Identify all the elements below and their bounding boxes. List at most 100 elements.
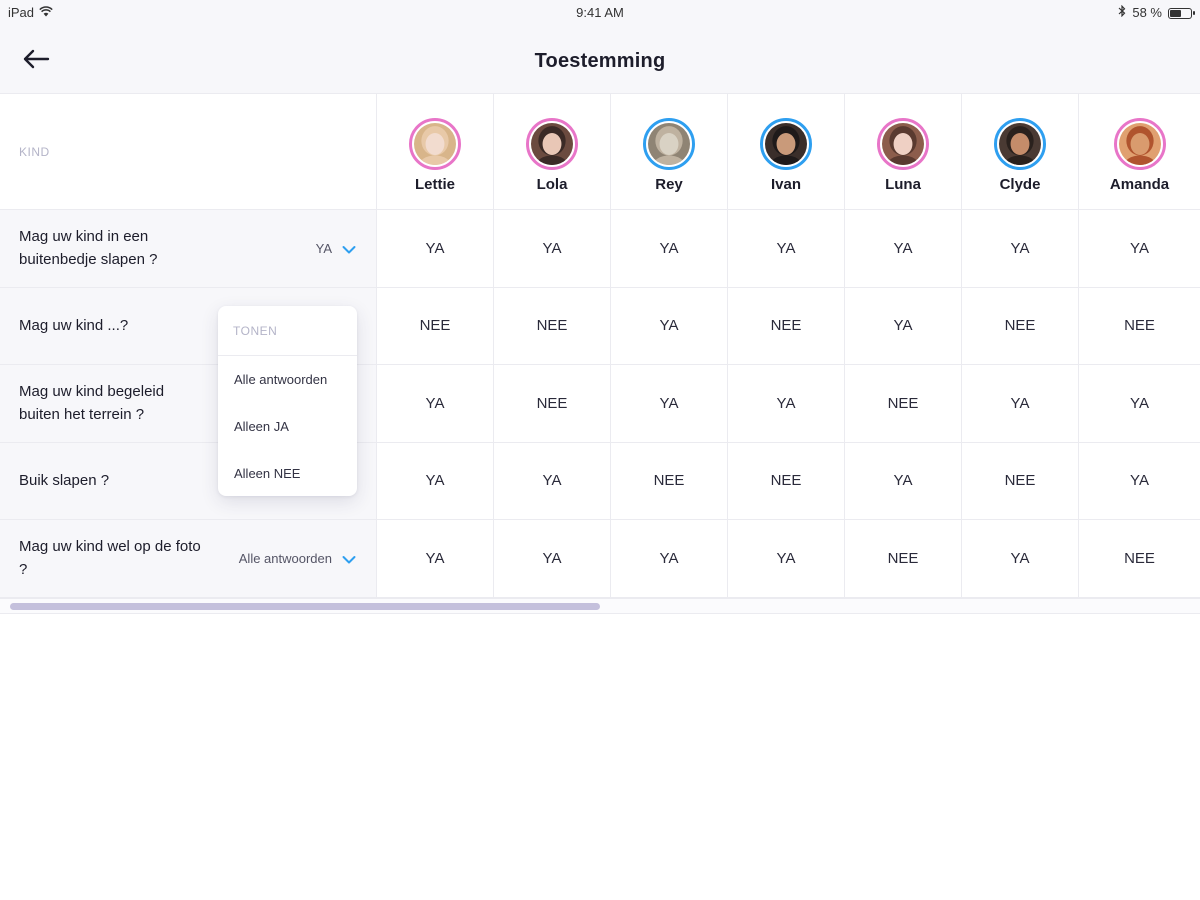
answer-cell: YA	[845, 210, 962, 287]
avatar	[877, 118, 929, 170]
answer-cell: YA	[377, 210, 494, 287]
question-text: Mag uw kind ...?	[19, 317, 129, 335]
answer-filter-value: Alle antwoorden	[238, 550, 332, 566]
question-text: Mag uw kind wel op de foto ?	[19, 538, 201, 579]
answer-filter-select[interactable]: YA	[316, 210, 356, 287]
answer-cell: NEE	[728, 442, 845, 519]
battery-percent: 58 %	[1132, 5, 1162, 20]
avatar-photo	[882, 123, 924, 165]
answer-cell: YA	[1130, 472, 1149, 490]
answer-cell: NEE	[1124, 317, 1155, 335]
question-cell: Mag uw kind in een buitenbedje slapen ? Y…	[0, 210, 377, 287]
status-time: 9:41 AM	[576, 5, 624, 20]
avatar	[760, 118, 812, 170]
child-column-luna[interactable]: Luna	[845, 94, 962, 209]
answer-cell: YA	[494, 442, 611, 519]
answer-filter-value: YA	[315, 240, 332, 256]
answer-cell: YA	[728, 365, 845, 442]
status-bar: iPad 9:41 AM 58 %	[0, 0, 1200, 26]
header-label-cell: KIND	[0, 94, 377, 209]
child-name: Clyde	[999, 176, 1041, 193]
answer-cell: NEE	[845, 365, 962, 442]
bluetooth-icon	[1118, 4, 1126, 20]
answer-cell: NEE	[845, 520, 962, 597]
answer-cell: YA	[962, 520, 1079, 597]
avatar-photo	[531, 123, 573, 165]
answer-cell: NEE	[611, 442, 728, 519]
dropdown-header: TONEN	[218, 306, 357, 356]
table-header-row: KIND Lettie Lola Rey Ivan Luna Clyde Amanda	[0, 94, 1200, 210]
answer-filter-select[interactable]: Alle antwoorden	[239, 520, 356, 597]
child-column-lettie[interactable]: Lettie	[377, 94, 494, 209]
avatar	[643, 118, 695, 170]
dropdown-option-only-yes[interactable]: Alleen JA	[218, 403, 357, 450]
dropdown-option-all[interactable]: Alle antwoorden	[218, 356, 357, 403]
answer-cell: NEE	[728, 287, 845, 364]
avatar	[526, 118, 578, 170]
avatar-photo	[999, 123, 1041, 165]
kind-column-label: KIND	[19, 144, 50, 159]
avatar	[1113, 118, 1166, 170]
question-row: Mag uw kind begeleid buiten het terrein …	[0, 365, 1200, 443]
answer-cell: NEE	[377, 287, 494, 364]
navigation-bar: Toestemming	[0, 26, 1200, 94]
answer-cell: YA	[962, 210, 1079, 287]
question-row: Mag uw kind ...? NEE NEE YA NEE YA NEE NEE	[0, 287, 1200, 365]
answer-cell: YA	[377, 520, 494, 597]
child-name: Lettie	[414, 176, 455, 193]
answer-cell: NEE	[1124, 549, 1155, 567]
answer-cell: YA	[1130, 394, 1149, 412]
answer-cell: YA	[377, 365, 494, 442]
avatar-photo	[414, 123, 456, 165]
dropdown-option-only-no[interactable]: Alleen NEE	[218, 450, 357, 497]
child-column-amanda[interactable]: Amanda	[1079, 94, 1200, 209]
child-name: Ivan	[770, 176, 801, 193]
consent-table: KIND Lettie Lola Rey Ivan Luna Clyde Amanda Ma…	[0, 94, 1200, 598]
answer-cell: YA	[611, 210, 728, 287]
answer-cell: YA	[728, 520, 845, 597]
battery-level	[1170, 9, 1181, 17]
question-row: Buik slapen ? YA YA NEE NEE YA NEE YA	[0, 442, 1200, 520]
answer-cell: YA	[845, 442, 962, 519]
answer-cell: YA	[611, 520, 728, 597]
scrollbar-thumb[interactable]	[10, 603, 600, 610]
answer-cell: NEE	[962, 287, 1079, 364]
child-column-clyde[interactable]: Clyde	[962, 94, 1079, 209]
answer-cell: YA	[377, 442, 494, 519]
question-text: Mag uw kind begeleid buiten het terrein …	[19, 383, 165, 424]
child-column-lola[interactable]: Lola	[494, 94, 611, 209]
answer-cell: YA	[845, 287, 962, 364]
avatar-photo	[648, 123, 690, 165]
avatar-photo	[765, 123, 807, 165]
question-cell: Mag uw kind wel op de foto ? Alle antwoor…	[0, 520, 377, 597]
answer-cell: YA	[611, 287, 728, 364]
horizontal-scrollbar[interactable]	[0, 598, 1200, 614]
answer-cell: NEE	[962, 442, 1079, 519]
child-name: Rey	[655, 176, 683, 193]
answer-cell: YA	[494, 520, 611, 597]
answer-cell: YA	[962, 365, 1079, 442]
avatar-photo	[1118, 123, 1161, 165]
child-name: Lola	[536, 176, 568, 193]
answer-cell: NEE	[494, 287, 611, 364]
answer-cell: YA	[611, 365, 728, 442]
answer-cell: YA	[728, 210, 845, 287]
question-text: Buik slapen ?	[19, 472, 110, 490]
chevron-down-icon	[342, 553, 356, 564]
child-column-rey[interactable]: Rey	[611, 94, 728, 209]
avatar	[409, 118, 461, 170]
child-name: Amanda	[1109, 176, 1170, 193]
status-right: 58 %	[1118, 4, 1195, 20]
answer-cell: YA	[1130, 239, 1149, 257]
question-row: Mag uw kind in een buitenbedje slapen ? Y…	[0, 210, 1200, 288]
show-filter-dropdown: TONEN Alle antwoorden Alleen JA Alleen N…	[218, 306, 357, 496]
question-text: Mag uw kind in een buitenbedje slapen ?	[19, 228, 158, 269]
battery-icon	[1168, 7, 1195, 19]
child-column-ivan[interactable]: Ivan	[728, 94, 845, 209]
child-name: Luna	[885, 176, 921, 193]
answer-cell: YA	[494, 210, 611, 287]
chevron-down-icon	[342, 243, 356, 254]
avatar	[994, 118, 1046, 170]
question-row: Mag uw kind wel op de foto ? Alle antwoor…	[0, 520, 1200, 598]
page-title: Toestemming	[534, 50, 666, 72]
